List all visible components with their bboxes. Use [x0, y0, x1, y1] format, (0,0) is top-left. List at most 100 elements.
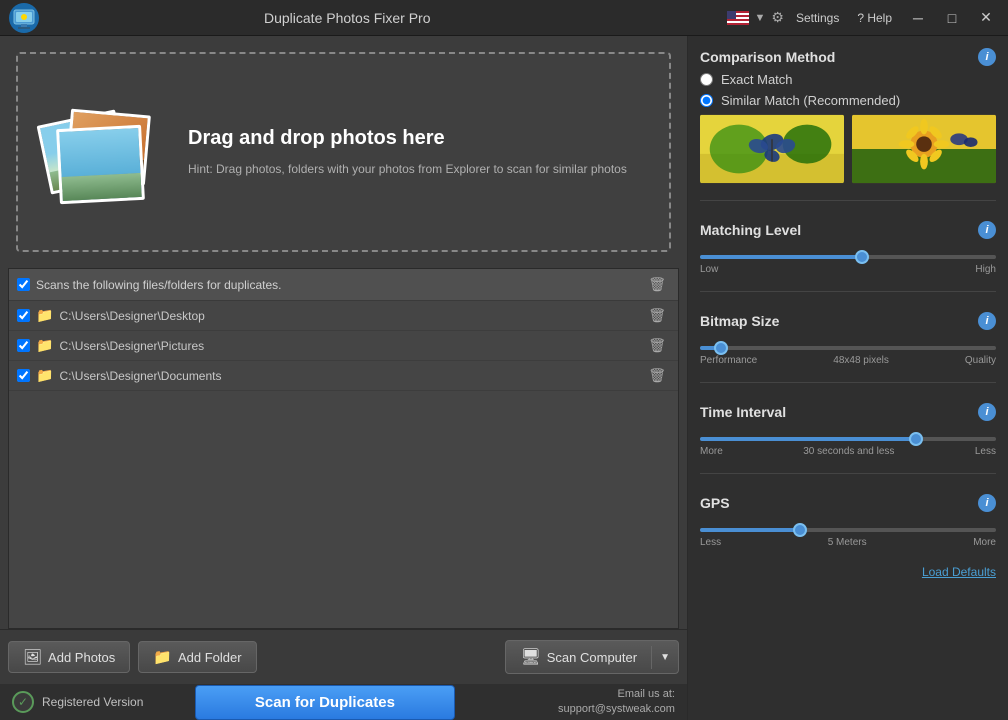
- preview-sunflower: [852, 114, 996, 184]
- time-interval-slider[interactable]: [700, 437, 996, 441]
- comparison-section: Comparison Method i Exact Match Similar …: [700, 48, 996, 184]
- drop-zone[interactable]: Drag and drop photos here Hint: Drag pho…: [16, 52, 671, 252]
- photo-icon-area: [38, 87, 168, 217]
- titlebar-controls: ▼ ⚙ Settings ? Help ─ □ ✕: [727, 4, 1001, 32]
- close-button[interactable]: ✕: [972, 4, 1000, 32]
- folder-icon: 📁: [36, 307, 53, 324]
- registered-text: Registered Version: [42, 695, 143, 709]
- exact-match-label[interactable]: Exact Match: [700, 72, 996, 87]
- email-address: support@systweak.com: [558, 703, 675, 715]
- add-photos-icon: 🖼: [23, 648, 42, 666]
- matching-level-info-icon[interactable]: i: [978, 221, 996, 239]
- bitmap-size-section: Bitmap Size i Performance 48x48 pixels Q…: [700, 312, 996, 366]
- drop-hint: Hint: Drag photos, folders with your pho…: [188, 160, 627, 178]
- time-interval-info-icon[interactable]: i: [978, 403, 996, 421]
- scan-dropdown: 🖥 Scan Computer ▼: [505, 640, 679, 674]
- titlebar: Duplicate Photos Fixer Pro ▼ ⚙ Settings …: [0, 0, 1008, 36]
- time-more-label: More: [700, 446, 723, 457]
- app-title: Duplicate Photos Fixer Pro: [0, 10, 727, 26]
- matching-level-section: Matching Level i Low High: [700, 221, 996, 275]
- matching-high-label: High: [975, 264, 996, 275]
- status-bar-right: Email us at: support@systweak.com: [558, 687, 675, 718]
- divider-2: [700, 291, 996, 292]
- flag-icon: [727, 11, 749, 25]
- maximize-button[interactable]: □: [938, 4, 966, 32]
- gps-info-icon[interactable]: i: [978, 494, 996, 512]
- file-item[interactable]: 📁 C:\Users\Designer\Desktop 🗑: [9, 301, 678, 331]
- file-path: C:\Users\Designer\Documents: [59, 369, 638, 383]
- add-photos-label: Add Photos: [48, 650, 115, 665]
- file-checkbox[interactable]: [17, 339, 30, 352]
- main-container: Drag and drop photos here Hint: Drag pho…: [0, 36, 1008, 720]
- scan-duplicates-button[interactable]: Scan for Duplicates: [195, 685, 455, 720]
- email-label: Email us at:: [618, 688, 675, 700]
- delete-item-icon[interactable]: 🗑: [644, 305, 670, 326]
- gps-section: GPS i Less 5 Meters More: [700, 494, 996, 548]
- right-panel: Comparison Method i Exact Match Similar …: [688, 36, 1008, 720]
- comparison-info-icon[interactable]: i: [978, 48, 996, 66]
- load-defaults-container: Load Defaults: [700, 564, 996, 579]
- scan-dropdown-arrow[interactable]: ▼: [651, 646, 678, 669]
- divider-1: [700, 200, 996, 201]
- time-less-label: Less: [975, 446, 996, 457]
- divider-4: [700, 473, 996, 474]
- add-photos-button[interactable]: 🖼 Add Photos: [8, 641, 130, 673]
- matching-low-label: Low: [700, 264, 718, 275]
- gps-more-label: More: [973, 537, 996, 548]
- delete-item-icon[interactable]: 🗑: [644, 365, 670, 386]
- bitmap-size-slider[interactable]: [700, 346, 996, 350]
- status-bar: ✓ Registered Version Scan for Duplicates…: [0, 684, 687, 720]
- file-path: C:\Users\Designer\Pictures: [59, 339, 638, 353]
- similar-match-label[interactable]: Similar Match (Recommended): [700, 93, 996, 108]
- divider-3: [700, 382, 996, 383]
- drop-title: Drag and drop photos here: [188, 127, 627, 150]
- photo-stack-front: [56, 125, 145, 204]
- similar-match-text: Similar Match (Recommended): [721, 93, 900, 108]
- left-panel: Drag and drop photos here Hint: Drag pho…: [0, 36, 688, 720]
- comparison-title: Comparison Method i: [700, 48, 996, 66]
- time-slider-labels: More 30 seconds and less Less: [700, 446, 996, 457]
- file-checkbox[interactable]: [17, 369, 30, 382]
- bitmap-size-title: Bitmap Size i: [700, 312, 996, 330]
- add-folder-label: Add Folder: [178, 650, 242, 665]
- drop-text: Drag and drop photos here Hint: Drag pho…: [188, 127, 627, 178]
- bitmap-performance-label: Performance: [700, 355, 757, 366]
- file-list-header-text: Scans the following files/folders for du…: [36, 278, 638, 292]
- delete-all-icon[interactable]: 🗑: [644, 274, 670, 295]
- file-item[interactable]: 📁 C:\Users\Designer\Pictures 🗑: [9, 331, 678, 361]
- gps-value-label: 5 Meters: [828, 537, 867, 548]
- scan-computer-label: Scan Computer: [547, 650, 637, 665]
- exact-match-text: Exact Match: [721, 72, 793, 87]
- matching-slider-labels: Low High: [700, 264, 996, 275]
- delete-item-icon[interactable]: 🗑: [644, 335, 670, 356]
- monitor-icon: 🖥: [520, 647, 540, 667]
- exact-match-radio[interactable]: [700, 73, 713, 86]
- scan-computer-button[interactable]: 🖥 Scan Computer: [506, 641, 651, 673]
- settings-button[interactable]: Settings: [790, 9, 845, 27]
- gps-less-label: Less: [700, 537, 721, 548]
- help-button[interactable]: ? Help: [851, 9, 898, 27]
- registered-icon: ✓: [12, 691, 34, 713]
- matching-slider-container: [700, 247, 996, 262]
- matching-level-title: Matching Level i: [700, 221, 996, 239]
- file-items-container: 📁 C:\Users\Designer\Desktop 🗑 📁 C:\Users…: [9, 301, 678, 391]
- time-value-label: 30 seconds and less: [803, 446, 894, 457]
- add-folder-button[interactable]: 📁 Add Folder: [138, 641, 256, 673]
- matching-level-slider[interactable]: [700, 255, 996, 259]
- gps-slider-labels: Less 5 Meters More: [700, 537, 996, 548]
- similar-match-radio[interactable]: [700, 94, 713, 107]
- bottom-bar: 🖼 Add Photos 📁 Add Folder 🖥 Scan Compute…: [0, 629, 687, 684]
- select-all-checkbox[interactable]: [17, 278, 30, 291]
- gps-slider-container: [700, 520, 996, 535]
- file-item[interactable]: 📁 C:\Users\Designer\Documents 🗑: [9, 361, 678, 391]
- folder-icon: 📁: [36, 337, 53, 354]
- load-defaults-link[interactable]: Load Defaults: [922, 565, 996, 579]
- file-list-area: Scans the following files/folders for du…: [8, 268, 679, 629]
- minimize-button[interactable]: ─: [904, 4, 932, 32]
- file-checkbox[interactable]: [17, 309, 30, 322]
- file-list-header: Scans the following files/folders for du…: [9, 269, 678, 301]
- comparison-radio-group: Exact Match Similar Match (Recommended): [700, 72, 996, 108]
- gps-slider[interactable]: [700, 528, 996, 532]
- time-slider-container: [700, 429, 996, 444]
- bitmap-size-info-icon[interactable]: i: [978, 312, 996, 330]
